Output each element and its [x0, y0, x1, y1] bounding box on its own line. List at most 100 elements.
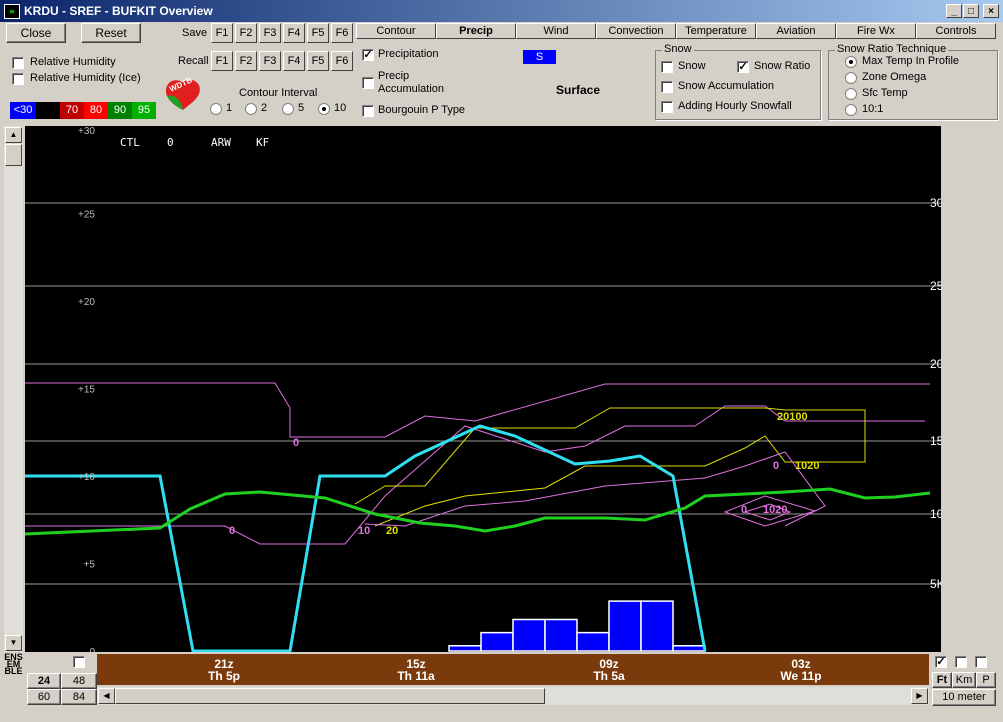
- contour-5-label: 5: [298, 102, 305, 114]
- recall-label: Recall: [178, 55, 209, 67]
- unit-ft-button[interactable]: Ft: [932, 672, 952, 688]
- contour-2-radio[interactable]: [245, 103, 257, 115]
- time-local-th5a: Th 5a: [593, 669, 625, 683]
- bufkit-plot[interactable]: 001020201000102001020 30K25K20K15K10K5K+…: [25, 126, 941, 652]
- unit-km-button[interactable]: Km: [952, 672, 976, 688]
- plot-header-kf: KF: [256, 136, 270, 149]
- unit-checkbox-1[interactable]: ✓: [935, 656, 947, 668]
- tab-aviation[interactable]: Aviation: [756, 23, 836, 39]
- contour-10-radio[interactable]: [318, 103, 330, 115]
- time-axis-bar[interactable]: 21z Th 5p 15z Th 11a 09z Th 5a 03z We 11p: [97, 654, 929, 685]
- left-axis-label: +5: [84, 560, 96, 571]
- recall-f6-button[interactable]: F6: [331, 51, 353, 71]
- ensemble-vertical-label: ENSEMBLE: [4, 652, 23, 677]
- minimize-button[interactable]: _: [946, 4, 962, 18]
- precip-bar: [672, 645, 706, 652]
- contour-5-radio[interactable]: [282, 103, 294, 115]
- plot-header-arw: ARW: [211, 136, 231, 149]
- save-f1-button[interactable]: F1: [211, 23, 233, 43]
- recall-f3-button[interactable]: F3: [259, 51, 281, 71]
- srt-max-temp-label: Max Temp In Profile: [862, 55, 960, 67]
- rh-scale-black: [36, 102, 60, 119]
- srt-zone-omega-radio[interactable]: [845, 72, 857, 84]
- save-f6-button[interactable]: F6: [331, 23, 353, 43]
- precip-accum-label: Precip Accumulation: [378, 70, 445, 95]
- hour-24-button[interactable]: 24: [27, 673, 61, 689]
- rh-ice-checkbox[interactable]: [12, 73, 24, 85]
- rh-scale-95: 95: [132, 102, 156, 119]
- maximize-button[interactable]: □: [963, 4, 979, 18]
- time-local-th5p: Th 5p: [208, 669, 240, 683]
- tab-controls[interactable]: Controls: [916, 23, 996, 39]
- snow-ratio-checkbox[interactable]: ✓: [737, 61, 749, 73]
- save-f3-button[interactable]: F3: [259, 23, 281, 43]
- bourgouin-label: Bourgouin P Type: [378, 104, 466, 116]
- save-f4-button[interactable]: F4: [283, 23, 305, 43]
- reset-button[interactable]: Reset: [81, 23, 141, 43]
- save-f2-button[interactable]: F2: [235, 23, 257, 43]
- rh-scale-70: 70: [60, 102, 84, 119]
- plot-header-0: 0: [167, 136, 174, 149]
- srt-sfc-temp-radio[interactable]: [845, 88, 857, 100]
- tab-contour[interactable]: Contour: [356, 23, 436, 39]
- vertical-scrollbar[interactable]: ▲ ▼: [4, 126, 23, 652]
- scroll-thumb[interactable]: [5, 144, 22, 166]
- tab-fire-wx[interactable]: Fire Wx: [836, 23, 916, 39]
- precipitation-checkbox[interactable]: ✓: [362, 49, 374, 61]
- hourly-snowfall-checkbox[interactable]: [661, 101, 673, 113]
- level-badge[interactable]: S: [523, 50, 556, 64]
- unit-checkbox-3[interactable]: [975, 656, 987, 668]
- precip-bar: [640, 600, 674, 652]
- tab-convection[interactable]: Convection: [596, 23, 676, 39]
- wdtb-logo: WDTB: [163, 75, 203, 112]
- snow-group-title: Snow: [662, 43, 694, 55]
- scroll-up-arrow[interactable]: ▲: [5, 127, 22, 143]
- snow-checkbox[interactable]: [661, 61, 673, 73]
- precip-bar: [480, 631, 514, 652]
- srt-10to1-radio[interactable]: [845, 104, 857, 116]
- height-label: 30K: [930, 196, 941, 210]
- plot-header-ctl: CTL: [120, 136, 140, 149]
- unit-p-button[interactable]: P: [976, 672, 996, 688]
- contour-interval-label: Contour Interval: [239, 87, 318, 99]
- contour-label: 0: [229, 525, 235, 537]
- tab-wind[interactable]: Wind: [516, 23, 596, 39]
- tab-precip[interactable]: Precip: [436, 23, 516, 39]
- contour-label: 0: [293, 437, 299, 449]
- save-f5-button[interactable]: F5: [307, 23, 329, 43]
- precip-bar: [448, 645, 482, 652]
- srt-max-temp-radio[interactable]: [845, 56, 857, 68]
- snow-label: Snow: [678, 60, 706, 72]
- hour-84-button[interactable]: 84: [61, 689, 97, 705]
- scroll-down-arrow[interactable]: ▼: [5, 635, 22, 651]
- rh-checkbox[interactable]: [12, 57, 24, 69]
- tab-temperature[interactable]: Temperature: [676, 23, 756, 39]
- unit-checkbox-2[interactable]: [955, 656, 967, 668]
- time-label-09z: 09z Th 5a: [569, 658, 649, 682]
- time-local-th11a: Th 11a: [397, 669, 435, 683]
- snow-ratio-label: Snow Ratio: [754, 60, 811, 72]
- rh-scale-90: 90: [108, 102, 132, 119]
- close-window-button[interactable]: ×: [983, 4, 999, 18]
- contour-1-radio[interactable]: [210, 103, 222, 115]
- snow-ratio-technique-title: Snow Ratio Technique: [835, 43, 949, 55]
- recall-f1-button[interactable]: F1: [211, 51, 233, 71]
- contour-2-label: 2: [261, 102, 268, 114]
- title-bar[interactable]: ≡ KRDU - SREF - BUFKIT Overview _ □ ×: [0, 0, 1003, 22]
- time-checkbox[interactable]: [73, 656, 85, 668]
- horizontal-scrollbar[interactable]: ◀ ▶: [97, 687, 929, 705]
- scroll-right-arrow[interactable]: ▶: [911, 688, 928, 704]
- precip-accum-checkbox[interactable]: [362, 77, 374, 89]
- bourgouin-checkbox[interactable]: [362, 105, 374, 117]
- hscroll-thumb[interactable]: [115, 688, 545, 704]
- recall-f2-button[interactable]: F2: [235, 51, 257, 71]
- scroll-left-arrow[interactable]: ◀: [98, 688, 115, 704]
- hour-48-button[interactable]: 48: [61, 673, 97, 689]
- recall-f4-button[interactable]: F4: [283, 51, 305, 71]
- save-label: Save: [182, 27, 208, 39]
- height-ref-button[interactable]: 10 meter: [932, 689, 996, 706]
- hour-60-button[interactable]: 60: [27, 689, 61, 705]
- close-button[interactable]: Close: [6, 23, 66, 43]
- snow-accum-checkbox[interactable]: [661, 81, 673, 93]
- recall-f5-button[interactable]: F5: [307, 51, 329, 71]
